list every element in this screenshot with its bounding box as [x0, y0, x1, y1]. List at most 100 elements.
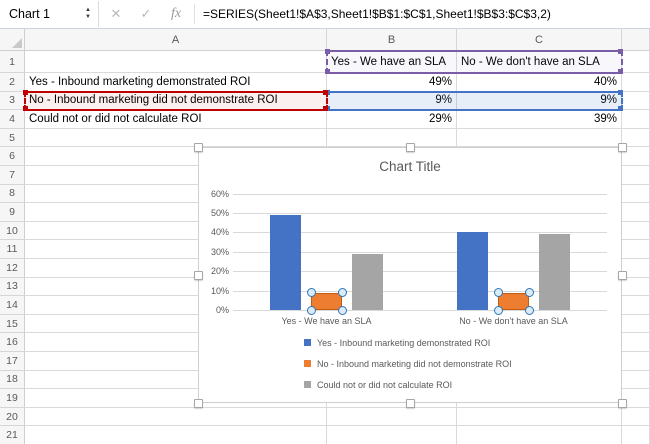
cell-D4[interactable]	[622, 110, 650, 129]
chart-selection-handle[interactable]	[618, 143, 627, 152]
enter-icon[interactable]: ✓	[131, 0, 161, 28]
chart-title[interactable]: Chart Title	[199, 159, 621, 174]
y-axis-tick-label[interactable]: 40%	[201, 227, 229, 237]
x-axis-category-label[interactable]: Yes - We have an SLA	[233, 316, 420, 326]
legend-entry[interactable]: Could not or did not calculate ROI	[304, 374, 512, 395]
cell-D14[interactable]	[622, 296, 650, 315]
cell-D18[interactable]	[622, 371, 650, 390]
cell-D9[interactable]	[622, 203, 650, 222]
cell-B21[interactable]	[327, 426, 457, 444]
bar-series3-cat2[interactable]	[539, 234, 570, 310]
data-point-selection-handle[interactable]	[338, 288, 347, 297]
column-header-C[interactable]: C	[457, 29, 622, 51]
row-header-3[interactable]: 3	[0, 92, 25, 111]
cell-B3[interactable]: 9%	[327, 92, 457, 111]
legend-entry[interactable]: Yes - Inbound marketing demonstrated ROI	[304, 332, 512, 353]
row-header-12[interactable]: 12	[0, 259, 25, 278]
row-header-11[interactable]: 11	[0, 240, 25, 259]
row-header-14[interactable]: 14	[0, 296, 25, 315]
y-axis-tick-label[interactable]: 20%	[201, 266, 229, 276]
data-point-selection-handle[interactable]	[307, 288, 316, 297]
cell-A20[interactable]	[25, 408, 327, 427]
cancel-icon[interactable]: ✕	[101, 0, 131, 28]
cell-D10[interactable]	[622, 222, 650, 241]
column-header-A[interactable]: A	[25, 29, 327, 51]
spinner-up-icon[interactable]: ▲	[85, 7, 91, 14]
cell-A4[interactable]: Could not or did not calculate ROI	[25, 110, 327, 129]
insert-function-icon[interactable]: fx	[161, 0, 191, 28]
data-point-selection-handle[interactable]	[307, 306, 316, 315]
cell-A2[interactable]: Yes - Inbound marketing demonstrated ROI	[25, 73, 327, 92]
cell-D2[interactable]	[622, 73, 650, 92]
chart-selection-handle[interactable]	[618, 399, 627, 408]
chart-object[interactable]: Chart Title Yes - Inbound marketing demo…	[198, 147, 622, 403]
cell-D16[interactable]	[622, 333, 650, 352]
x-axis-category-label[interactable]: No - We don't have an SLA	[420, 316, 607, 326]
y-axis-tick-label[interactable]: 0%	[201, 305, 229, 315]
row-header-19[interactable]: 19	[0, 389, 25, 408]
cell-C4[interactable]: 39%	[457, 110, 622, 129]
row-header-5[interactable]: 5	[0, 129, 25, 148]
column-header-D[interactable]	[622, 29, 650, 51]
formula-input[interactable]: =SERIES(Sheet1!$A$3,Sheet1!$B$1:$C$1,She…	[198, 0, 650, 28]
cell-D1[interactable]	[622, 51, 650, 73]
legend-entry[interactable]: No - Inbound marketing did not demonstra…	[304, 353, 512, 374]
row-header-10[interactable]: 10	[0, 222, 25, 241]
bar-series3-cat1[interactable]	[352, 254, 383, 310]
cell-D20[interactable]	[622, 408, 650, 427]
cell-B2[interactable]: 49%	[327, 73, 457, 92]
y-axis-tick-label[interactable]: 50%	[201, 208, 229, 218]
cell-A21[interactable]	[25, 426, 327, 444]
cell-D21[interactable]	[622, 426, 650, 444]
y-axis-tick-label[interactable]: 10%	[201, 286, 229, 296]
chart-selection-handle[interactable]	[194, 399, 203, 408]
spinner-down-icon[interactable]: ▼	[85, 14, 91, 21]
cell-B5[interactable]	[327, 129, 457, 148]
cell-C1[interactable]: No - We don't have an SLA	[457, 51, 622, 73]
chart-selection-handle[interactable]	[406, 399, 415, 408]
row-header-18[interactable]: 18	[0, 371, 25, 390]
cell-D8[interactable]	[622, 185, 650, 204]
row-header-2[interactable]: 2	[0, 73, 25, 92]
chart-legend[interactable]: Yes - Inbound marketing demonstrated ROI…	[304, 332, 512, 395]
row-header-21[interactable]: 21	[0, 426, 25, 444]
row-header-13[interactable]: 13	[0, 278, 25, 297]
bar-series2-cat1[interactable]	[311, 293, 342, 310]
cell-D11[interactable]	[622, 240, 650, 259]
bar-series1-cat2[interactable]	[457, 232, 488, 310]
row-header-6[interactable]: 6	[0, 147, 25, 166]
cell-B4[interactable]: 29%	[327, 110, 457, 129]
cell-D3[interactable]	[622, 92, 650, 111]
y-axis-tick-label[interactable]: 30%	[201, 247, 229, 257]
cell-C20[interactable]	[457, 408, 622, 427]
row-header-17[interactable]: 17	[0, 352, 25, 371]
cell-C5[interactable]	[457, 129, 622, 148]
cell-B1[interactable]: Yes - We have an SLA	[327, 51, 457, 73]
cell-D15[interactable]	[622, 315, 650, 334]
chart-selection-handle[interactable]	[618, 271, 627, 280]
data-point-selection-handle[interactable]	[525, 306, 534, 315]
column-header-B[interactable]: B	[327, 29, 457, 51]
bar-series1-cat1[interactable]	[270, 215, 301, 310]
select-all-corner[interactable]	[0, 29, 25, 51]
cell-C21[interactable]	[457, 426, 622, 444]
row-header-1[interactable]: 1	[0, 51, 25, 73]
cell-A1[interactable]	[25, 51, 327, 73]
cell-A3[interactable]: No - Inbound marketing did not demonstra…	[25, 92, 327, 111]
data-point-selection-handle[interactable]	[338, 306, 347, 315]
cell-C3[interactable]: 9%	[457, 92, 622, 111]
bar-series2-cat2[interactable]	[498, 293, 529, 310]
name-box-spinner[interactable]: ▲ ▼	[80, 0, 96, 28]
data-point-selection-handle[interactable]	[494, 306, 503, 315]
cell-D13[interactable]	[622, 278, 650, 297]
row-header-9[interactable]: 9	[0, 203, 25, 222]
data-point-selection-handle[interactable]	[525, 288, 534, 297]
chart-selection-handle[interactable]	[194, 271, 203, 280]
row-header-20[interactable]: 20	[0, 408, 25, 427]
row-header-16[interactable]: 16	[0, 333, 25, 352]
cell-D7[interactable]	[622, 166, 650, 185]
chart-selection-handle[interactable]	[194, 143, 203, 152]
cell-D17[interactable]	[622, 352, 650, 371]
chart-selection-handle[interactable]	[406, 143, 415, 152]
cell-B20[interactable]	[327, 408, 457, 427]
